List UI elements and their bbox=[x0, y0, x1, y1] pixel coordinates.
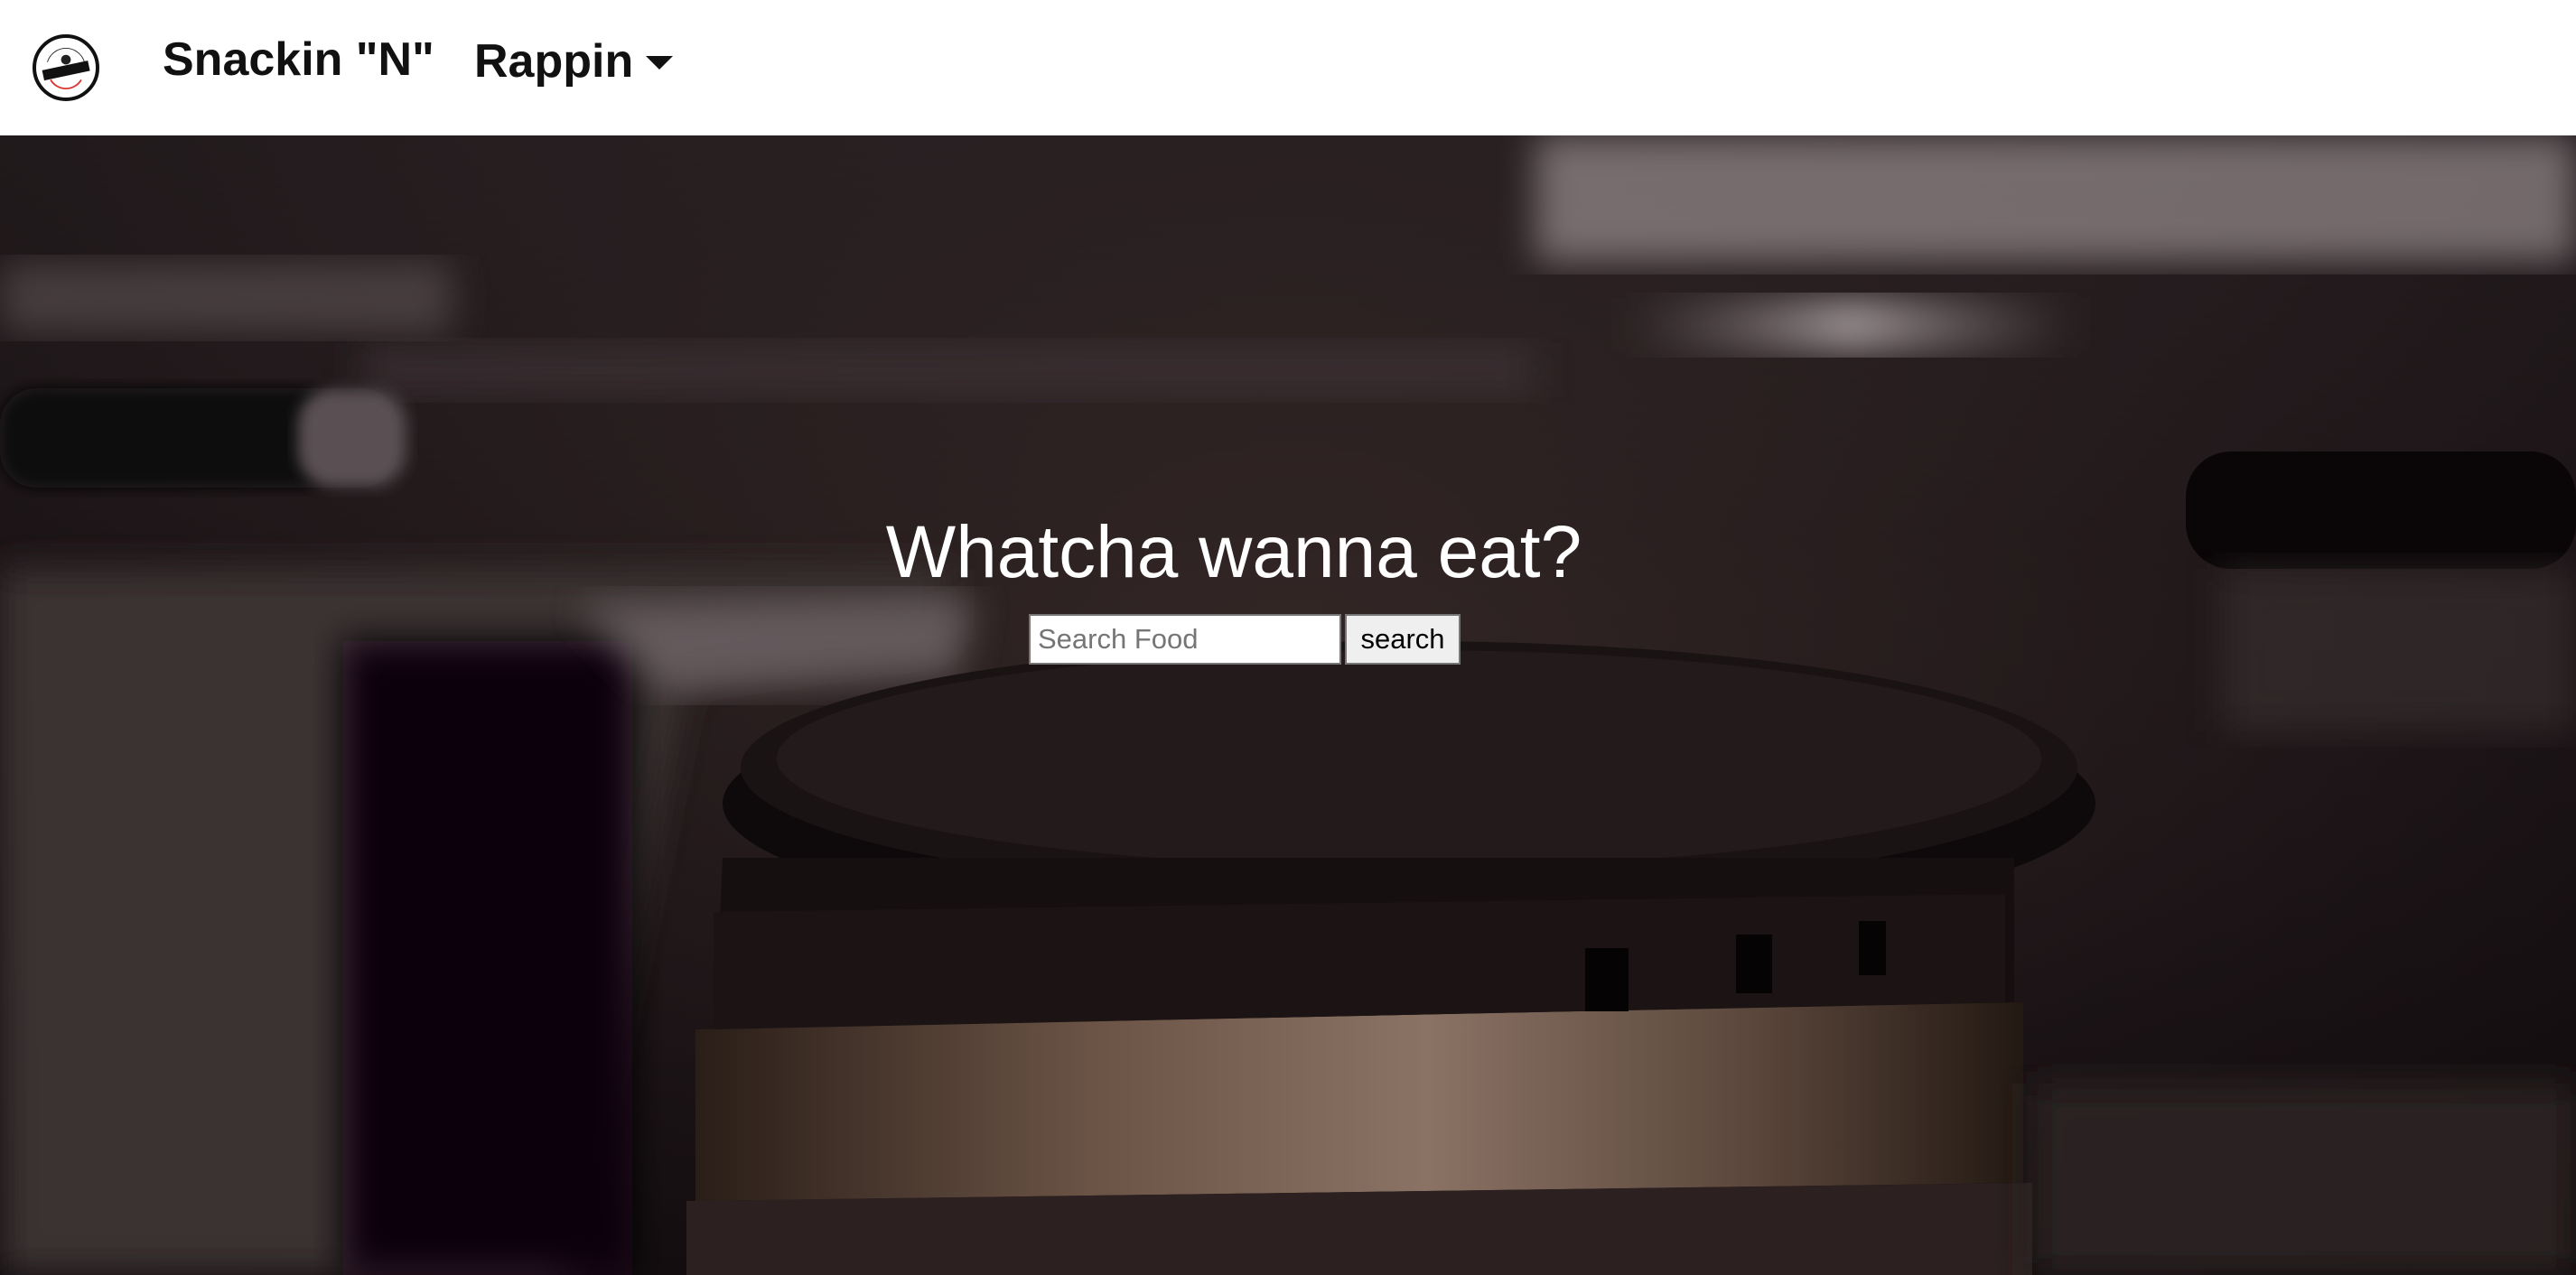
stove-burner-background bbox=[0, 135, 2576, 1275]
rappin-logo-icon[interactable] bbox=[33, 34, 99, 101]
search-button[interactable]: search bbox=[1345, 614, 1461, 665]
hero-heading: Whatcha wanna eat? bbox=[885, 511, 1582, 593]
navbar: Snackin "N" Rappin bbox=[0, 0, 2576, 135]
search-food-input[interactable] bbox=[1029, 614, 1341, 665]
brand-link[interactable]: Snackin "N" bbox=[163, 31, 434, 88]
hero-section: Whatcha wanna eat? search bbox=[0, 135, 2576, 1275]
caret-down-icon bbox=[646, 55, 674, 70]
dropdown-label: Rappin bbox=[474, 35, 634, 88]
logo-graphic bbox=[39, 41, 93, 95]
rappin-dropdown-toggle[interactable]: Rappin bbox=[474, 33, 674, 90]
